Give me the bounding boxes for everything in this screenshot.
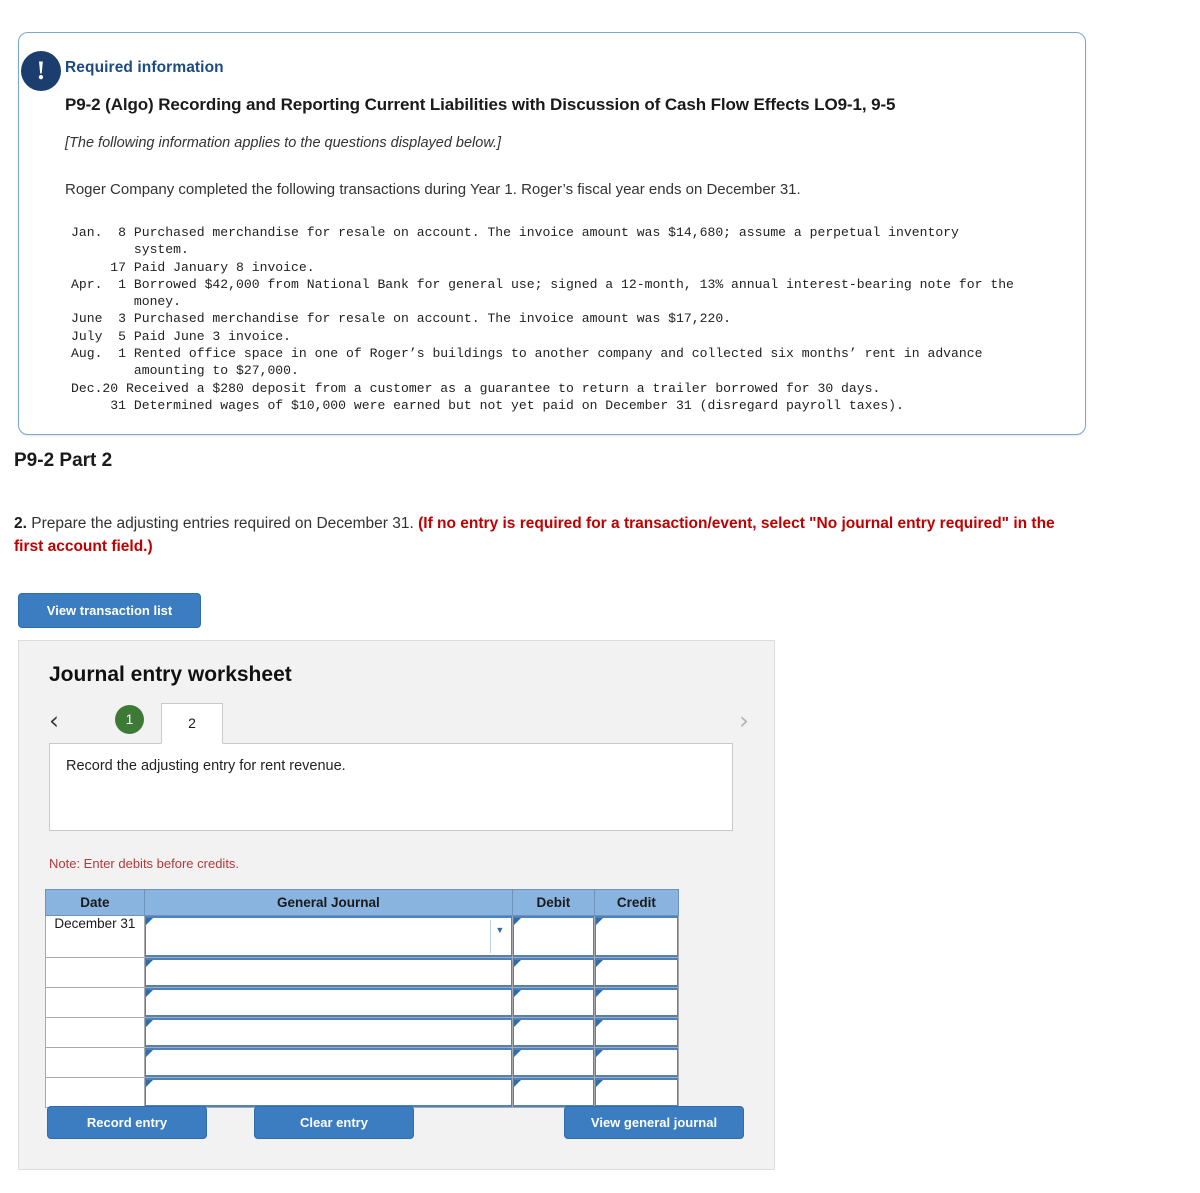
worksheet-tabstrip: ‹ 1 2 › bbox=[43, 703, 753, 744]
chevron-down-icon[interactable]: ▼ bbox=[493, 926, 507, 935]
question-text: 2. Prepare the adjusting entries require… bbox=[14, 512, 1074, 558]
account-select[interactable] bbox=[144, 1048, 512, 1077]
debit-cell[interactable] bbox=[511, 957, 595, 988]
general-journal-cell[interactable] bbox=[143, 1077, 513, 1108]
chevron-left-icon[interactable]: ‹ bbox=[49, 706, 59, 736]
credit-cell[interactable] bbox=[593, 957, 680, 988]
account-select[interactable] bbox=[144, 1018, 512, 1047]
debit-input[interactable] bbox=[512, 1048, 594, 1077]
account-select[interactable] bbox=[144, 958, 512, 987]
credit-input[interactable] bbox=[594, 988, 678, 1017]
general-journal-cell[interactable] bbox=[143, 957, 513, 988]
callout-content: Required information P9-2 (Algo) Recordi… bbox=[19, 33, 1085, 434]
general-journal-cell[interactable] bbox=[143, 1047, 513, 1078]
date-cell: December 31 bbox=[45, 915, 145, 958]
tab-1[interactable]: 1 bbox=[115, 705, 144, 734]
table-header-row: Date General Journal Debit Credit bbox=[45, 889, 680, 916]
intro-paragraph: Roger Company completed the following tr… bbox=[65, 181, 801, 198]
required-information-label: Required information bbox=[65, 59, 224, 76]
debit-input[interactable] bbox=[512, 916, 594, 957]
credit-input[interactable] bbox=[594, 1018, 678, 1047]
transaction-list-text: Jan. 8 Purchased merchandise for resale … bbox=[71, 225, 1014, 413]
record-entry-button[interactable]: Record entry bbox=[47, 1106, 207, 1139]
question-number: 2. bbox=[14, 515, 27, 532]
clear-entry-button[interactable]: Clear entry bbox=[254, 1106, 414, 1139]
table-row bbox=[45, 987, 680, 1018]
debit-cell[interactable] bbox=[511, 915, 595, 958]
table-row bbox=[45, 1077, 680, 1108]
account-select[interactable] bbox=[144, 988, 512, 1017]
account-select[interactable] bbox=[144, 1078, 512, 1107]
column-header-date: Date bbox=[45, 889, 145, 916]
tab-2[interactable]: 2 bbox=[161, 703, 223, 744]
date-cell[interactable] bbox=[45, 1017, 145, 1048]
part-heading: P9-2 Part 2 bbox=[14, 450, 113, 471]
column-header-general-journal: General Journal bbox=[143, 889, 513, 916]
debit-cell[interactable] bbox=[511, 1077, 595, 1108]
worksheet-prompt-box: Record the adjusting entry for rent reve… bbox=[49, 743, 733, 831]
table-row: December 31 ▼ bbox=[45, 915, 680, 958]
required-information-callout: ! Required information P9-2 (Algo) Recor… bbox=[18, 32, 1086, 436]
worksheet-prompt-text: Record the adjusting entry for rent reve… bbox=[66, 758, 346, 774]
debit-cell[interactable] bbox=[511, 1017, 595, 1048]
credit-input[interactable] bbox=[594, 1078, 678, 1107]
view-transaction-list-button[interactable]: View transaction list bbox=[18, 593, 201, 628]
debit-input[interactable] bbox=[512, 1018, 594, 1047]
journal-entry-worksheet-panel: Journal entry worksheet ‹ 1 2 › Record t… bbox=[18, 640, 775, 1170]
general-journal-cell[interactable]: ▼ bbox=[143, 915, 513, 958]
date-cell[interactable] bbox=[45, 1077, 145, 1108]
credit-input[interactable] bbox=[594, 958, 678, 987]
applies-note: [The following information applies to th… bbox=[65, 135, 502, 151]
journal-entry-table: Date General Journal Debit Credit Decemb… bbox=[45, 889, 680, 1108]
account-select[interactable]: ▼ bbox=[144, 916, 512, 957]
debits-before-credits-note: Note: Enter debits before credits. bbox=[49, 856, 240, 871]
exclamation-icon: ! bbox=[21, 51, 61, 91]
credit-cell[interactable] bbox=[593, 1047, 680, 1078]
debit-input[interactable] bbox=[512, 1078, 594, 1107]
credit-cell[interactable] bbox=[593, 987, 680, 1018]
general-journal-cell[interactable] bbox=[143, 987, 513, 1018]
page-title: P9-2 (Algo) Recording and Reporting Curr… bbox=[65, 95, 896, 114]
worksheet-title: Journal entry worksheet bbox=[49, 663, 292, 686]
select-divider bbox=[489, 920, 491, 953]
general-journal-cell[interactable] bbox=[143, 1017, 513, 1048]
debit-input[interactable] bbox=[512, 958, 594, 987]
column-header-credit: Credit bbox=[593, 889, 680, 916]
date-cell[interactable] bbox=[45, 957, 145, 988]
debit-cell[interactable] bbox=[511, 1047, 595, 1078]
date-cell[interactable] bbox=[45, 987, 145, 1018]
credit-cell[interactable] bbox=[593, 1077, 680, 1108]
debit-input[interactable] bbox=[512, 988, 594, 1017]
credit-cell[interactable] bbox=[593, 1017, 680, 1048]
chevron-right-icon[interactable]: › bbox=[739, 706, 749, 736]
table-row bbox=[45, 1047, 680, 1078]
debit-cell[interactable] bbox=[511, 987, 595, 1018]
credit-cell[interactable] bbox=[593, 915, 680, 958]
question-body: Prepare the adjusting entries required o… bbox=[26, 515, 419, 532]
credit-input[interactable] bbox=[594, 916, 678, 957]
date-cell[interactable] bbox=[45, 1047, 145, 1078]
table-row bbox=[45, 1017, 680, 1048]
column-header-debit: Debit bbox=[511, 889, 595, 916]
table-row bbox=[45, 957, 680, 988]
credit-input[interactable] bbox=[594, 1048, 678, 1077]
view-general-journal-button[interactable]: View general journal bbox=[564, 1106, 744, 1139]
